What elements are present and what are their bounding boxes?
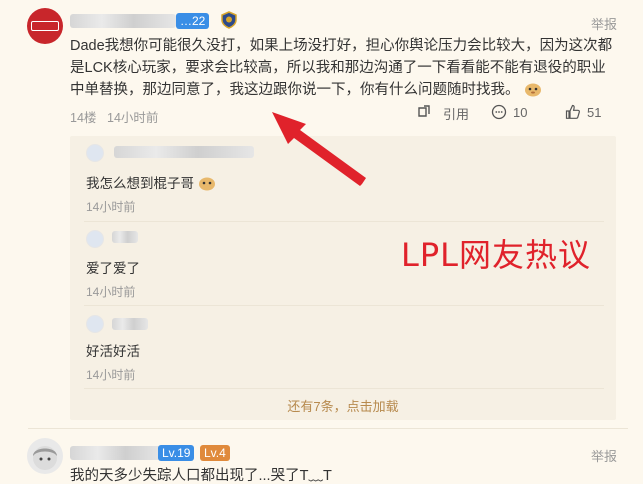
reply-time: 14小时前 bbox=[86, 285, 136, 299]
shield-badge-icon bbox=[221, 11, 237, 29]
reply-text: 我怎么想到棍子哥 bbox=[86, 172, 216, 192]
avatar[interactable] bbox=[27, 438, 63, 474]
like-button[interactable]: 51 bbox=[565, 104, 601, 120]
avatar[interactable] bbox=[27, 8, 63, 44]
reply-username-blurred[interactable] bbox=[112, 318, 148, 330]
like-count: 51 bbox=[587, 104, 602, 120]
level-badge: …22 bbox=[176, 13, 210, 29]
comment-count: 10 bbox=[513, 104, 528, 120]
username-blurred[interactable] bbox=[70, 14, 176, 28]
comment-button[interactable]: 10 bbox=[491, 104, 527, 120]
reply-divider bbox=[84, 221, 604, 222]
post-time: 14小时前 bbox=[107, 111, 159, 125]
report-button[interactable]: 举报 bbox=[591, 446, 617, 465]
post-divider bbox=[28, 428, 628, 429]
fan-level-badge: Lv.4 bbox=[200, 445, 230, 461]
reply-text: 爱了爱了 bbox=[86, 261, 140, 276]
reply-text: 好活好活 bbox=[86, 344, 140, 359]
reply-username-blurred[interactable] bbox=[114, 146, 254, 158]
level-badge: Lv.19 bbox=[158, 445, 195, 461]
reply-avatar[interactable] bbox=[86, 230, 104, 248]
red-arrow-annotation bbox=[272, 112, 366, 186]
reply-time: 14小时前 bbox=[86, 368, 136, 382]
reply-divider bbox=[84, 305, 604, 306]
username-blurred[interactable] bbox=[70, 446, 162, 460]
comment-text: Dade我想你可能很久没打，如果上场没打好，担心你舆论压力会比较大，因为这次都是… bbox=[70, 35, 616, 101]
reply-text-body: 我怎么想到棍子哥 bbox=[86, 176, 194, 191]
report-button[interactable]: 举报 bbox=[591, 14, 617, 33]
reply-username-blurred[interactable] bbox=[112, 231, 138, 243]
doge-emoji-icon bbox=[524, 83, 541, 97]
reply-divider bbox=[84, 388, 604, 389]
comment-icon bbox=[491, 104, 507, 120]
reply-item: 好活好活 14小时前 bbox=[70, 308, 616, 388]
comment-text: 我的天多少失踪人口都出现了...哭了T﹏T bbox=[70, 468, 332, 484]
thumbs-up-icon bbox=[565, 104, 580, 119]
doge-emoji-icon bbox=[198, 177, 215, 191]
quote-button[interactable]: 引用 bbox=[421, 104, 469, 123]
overlay-caption: LPL网友热议 bbox=[401, 236, 591, 274]
cartoon-avatar-icon bbox=[33, 446, 57, 470]
floor-number: 14楼 bbox=[70, 111, 97, 125]
reply-time: 14小时前 bbox=[86, 200, 136, 214]
quote-label: 引用 bbox=[443, 107, 470, 122]
reply-avatar[interactable] bbox=[86, 315, 104, 333]
brand-logo bbox=[31, 21, 59, 31]
load-more-replies[interactable]: 还有7条，点击加载 bbox=[70, 396, 616, 415]
reply-avatar[interactable] bbox=[86, 144, 104, 162]
